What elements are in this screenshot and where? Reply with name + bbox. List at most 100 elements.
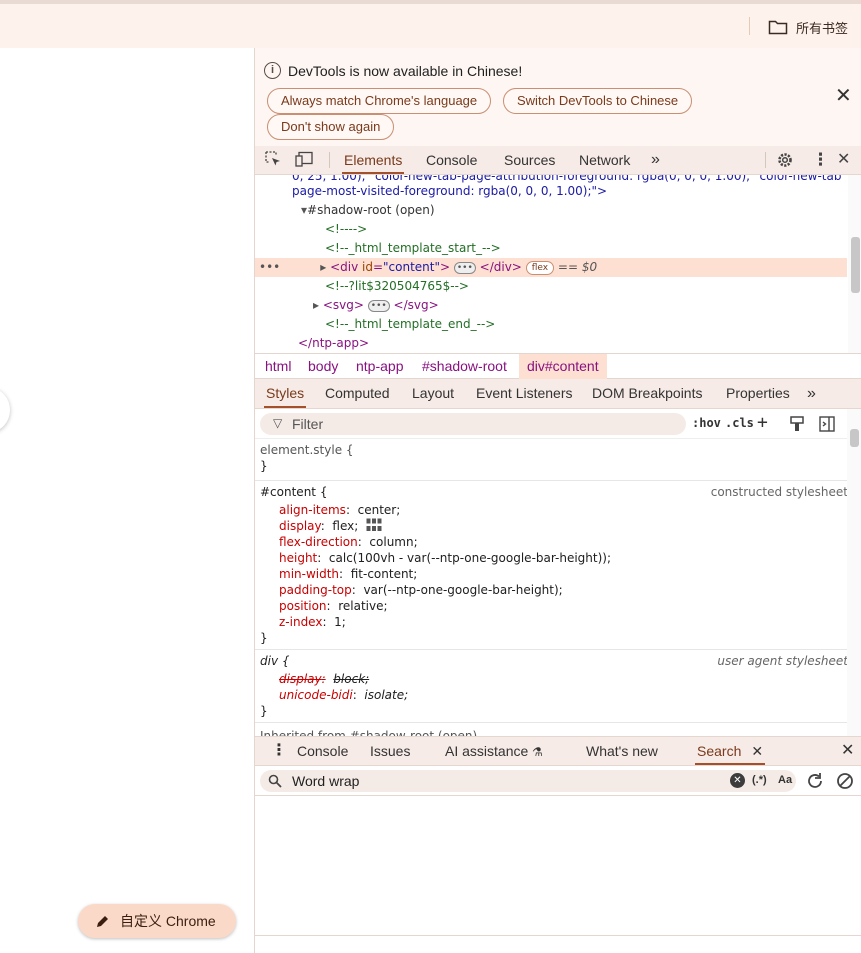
clear-results-icon[interactable] xyxy=(836,772,854,790)
device-toolbar-icon[interactable] xyxy=(295,151,314,168)
drawer-tab-console[interactable]: Console xyxy=(295,737,350,765)
settings-gear-icon[interactable] xyxy=(776,151,794,169)
dont-show-again-button[interactable]: Don't show again xyxy=(267,114,395,140)
css-property[interactable]: z-index: 1; xyxy=(279,614,346,630)
tab-layout[interactable]: Layout xyxy=(410,379,456,408)
flex-badge[interactable]: flex xyxy=(525,260,555,275)
match-language-button[interactable]: Always match Chrome's language xyxy=(267,88,492,114)
css-property[interactable]: position: relative; xyxy=(279,598,388,614)
tab-dom-breakpoints[interactable]: DOM Breakpoints xyxy=(590,379,704,408)
styles-pane: element.style { } #content { constructed… xyxy=(255,439,848,736)
elements-scroll-thumb[interactable] xyxy=(851,237,860,293)
paint-brush-icon[interactable] xyxy=(790,416,804,432)
breadcrumb-html[interactable]: html xyxy=(257,354,299,379)
close-drawer-icon[interactable]: ✕ xyxy=(839,737,856,765)
search-icon xyxy=(268,774,282,788)
tree-node-close[interactable]: </ntp-app> xyxy=(298,334,861,353)
breadcrumb-shadow-root[interactable]: #shadow-root xyxy=(414,354,515,379)
styles-scrollbar[interactable] xyxy=(847,409,861,736)
match-case-toggle[interactable]: Aa xyxy=(778,774,792,786)
side-panel-handle[interactable] xyxy=(0,388,10,432)
tree-node-shadow-root[interactable]: ▾#shadow-root (open) xyxy=(301,201,861,220)
tree-comment[interactable]: <!--?lit$320504765$--> xyxy=(325,277,861,296)
devtools-toolbar: Elements Console Sources Network » ⋮ ✕ xyxy=(255,146,861,175)
folder-icon xyxy=(768,20,788,35)
styles-filter-row: ▽ Filter :hov .cls + xyxy=(255,409,861,439)
devtools-panel: i DevTools is now available in Chinese! … xyxy=(254,48,861,953)
rule-selector[interactable]: div { xyxy=(260,653,290,669)
rule-element-style: element.style { } xyxy=(255,439,848,481)
tab-console[interactable]: Console xyxy=(424,146,479,174)
inspect-element-icon[interactable] xyxy=(265,151,282,168)
tab-styles[interactable]: Styles xyxy=(264,379,307,408)
all-bookmarks-button[interactable]: 所有书签 xyxy=(768,16,848,38)
css-property[interactable]: height: calc(100vh - var(--ntp-one-googl… xyxy=(279,550,611,566)
refresh-icon[interactable] xyxy=(806,772,824,790)
close-tab-icon[interactable]: ✕ xyxy=(751,743,763,759)
bookmarks-bar: 所有书签 xyxy=(0,4,861,48)
close-devtools-icon[interactable]: ✕ xyxy=(837,151,850,169)
sidebar-toggle-icon[interactable] xyxy=(819,416,835,432)
elements-tree: 0, 25, 1.00);" color-new-tab-page-attrib… xyxy=(255,175,861,353)
regex-toggle[interactable]: (.*) xyxy=(752,774,767,786)
infobar-message: DevTools is now available in Chinese! xyxy=(288,62,523,79)
drawer-tab-issues[interactable]: Issues xyxy=(368,737,412,765)
new-tab-page: 自定义 Chrome xyxy=(0,48,254,953)
css-property-overridden[interactable]: display: block; xyxy=(279,671,369,687)
search-results-area xyxy=(255,796,861,936)
tab-event-listeners[interactable]: Event Listeners xyxy=(474,379,575,408)
css-property[interactable]: min-width: fit-content; xyxy=(279,566,417,582)
tree-node-svg[interactable]: ▸ <svg> ••• </svg> xyxy=(313,296,861,315)
switch-to-chinese-button[interactable]: Switch DevTools to Chinese xyxy=(503,88,693,114)
customize-chrome-label: 自定义 Chrome xyxy=(120,913,216,929)
add-rule-icon[interactable]: + xyxy=(757,412,768,433)
breadcrumb-body[interactable]: body xyxy=(300,354,346,379)
tab-computed[interactable]: Computed xyxy=(323,379,392,408)
rule-source-label: user agent stylesheet xyxy=(717,654,848,668)
more-tabs-chevron-icon[interactable]: » xyxy=(805,379,818,408)
tree-comment[interactable]: <!----> xyxy=(325,220,861,239)
breadcrumb-ntp-app[interactable]: ntp-app xyxy=(348,354,411,379)
tab-sources[interactable]: Sources xyxy=(502,146,557,174)
styles-filter-input[interactable]: ▽ Filter xyxy=(260,413,686,435)
clear-search-icon[interactable]: ✕ xyxy=(730,773,745,788)
css-property[interactable]: padding-top: var(--ntp-one-google-bar-he… xyxy=(279,582,563,598)
filter-icon: ▽ xyxy=(273,416,283,430)
drawer-tab-search[interactable]: Search ✕ xyxy=(695,737,766,765)
inherited-from-header: Inherited from #shadow-root (open) xyxy=(260,729,478,736)
tree-comment[interactable]: <!--_html_template_end_--> xyxy=(325,315,861,334)
styles-scroll-thumb[interactable] xyxy=(850,429,859,447)
drawer-menu-icon[interactable]: ⋮ xyxy=(269,737,289,765)
pencil-icon xyxy=(97,916,108,927)
customize-chrome-button[interactable]: 自定义 Chrome xyxy=(78,904,236,938)
flex-editor-icon[interactable] xyxy=(366,518,382,532)
drawer-tab-whats-new[interactable]: What's new xyxy=(584,737,660,765)
tree-node[interactable]: page-most-visited-foreground: rgba(0, 0,… xyxy=(292,182,861,201)
css-property[interactable]: display: flex; xyxy=(279,518,382,534)
close-icon[interactable]: ✕ xyxy=(835,86,852,106)
rule-content: #content { constructed stylesheet align-… xyxy=(255,481,848,650)
rule-selector[interactable]: #content { xyxy=(260,484,327,500)
tab-properties[interactable]: Properties xyxy=(724,379,792,408)
kebab-menu-icon[interactable]: ⋮ xyxy=(812,151,829,169)
drawer-tab-ai-assistance[interactable]: AI assistance ⚗ xyxy=(443,737,545,765)
tree-comment[interactable]: <!--_html_template_start_--> xyxy=(325,239,861,258)
tree-node-selected-div[interactable]: ••• ▸ <div id="content"> ••• </div> flex … xyxy=(255,258,847,277)
info-icon: i xyxy=(264,62,281,79)
hov-toggle[interactable]: :hov xyxy=(692,416,721,430)
more-tabs-chevron-icon[interactable]: » xyxy=(649,146,662,174)
tab-elements[interactable]: Elements xyxy=(342,146,405,174)
tab-network[interactable]: Network xyxy=(577,146,632,174)
breadcrumb: html body ntp-app #shadow-root div#conte… xyxy=(255,353,861,379)
css-property[interactable]: flex-direction: column; xyxy=(279,534,418,550)
all-bookmarks-label: 所有书签 xyxy=(796,20,849,36)
css-property[interactable]: unicode-bidi: isolate; xyxy=(279,687,408,703)
collapsed-children-badge[interactable]: ••• xyxy=(453,261,476,274)
rule-source-link[interactable]: constructed stylesheet xyxy=(711,485,848,499)
css-property[interactable]: align-items: center; xyxy=(279,502,400,518)
drawer-tabbar: ⋮ Console Issues AI assistance ⚗ What's … xyxy=(255,736,861,766)
search-input[interactable]: Word wrap ✕ (.*) Aa xyxy=(260,770,796,792)
breadcrumb-div-content[interactable]: div#content xyxy=(519,354,607,379)
elements-scrollbar[interactable] xyxy=(848,175,861,353)
cls-toggle[interactable]: .cls xyxy=(725,416,754,430)
